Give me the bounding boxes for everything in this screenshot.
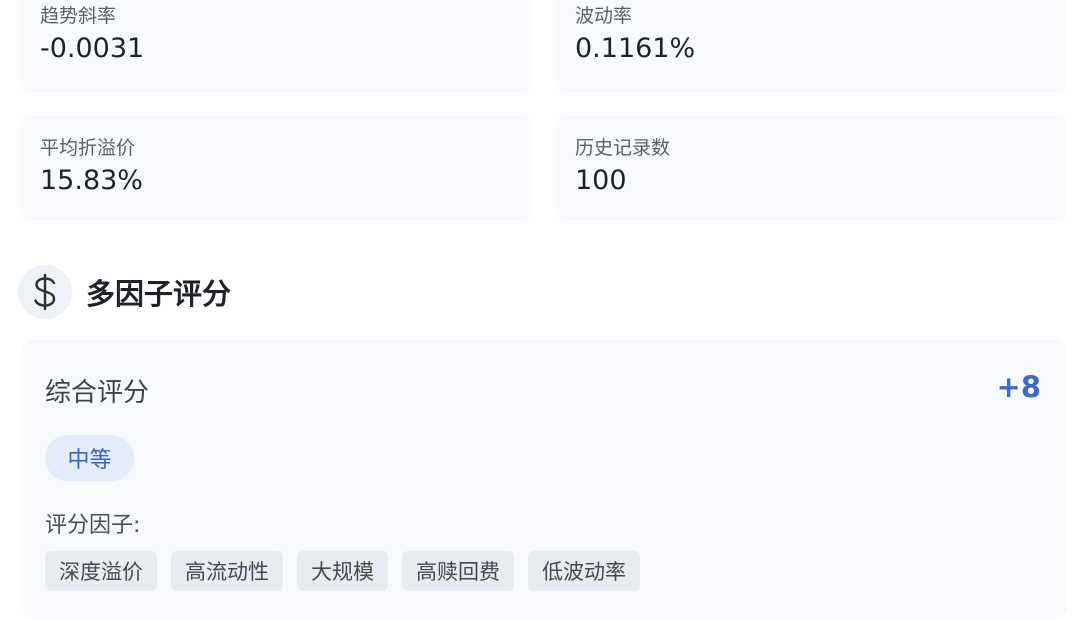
factor-tag: 高流动性 bbox=[171, 551, 283, 591]
stat-label: 历史记录数 bbox=[575, 137, 671, 159]
stat-card-avg-premium: 平均折溢价 15.83% bbox=[20, 116, 532, 220]
level-badge: 中等 bbox=[45, 435, 134, 481]
stat-value: 0.1161% bbox=[575, 33, 696, 64]
factor-tag: 大规模 bbox=[297, 551, 388, 591]
section-title: 多因子评分 bbox=[86, 277, 232, 311]
page: 趋势斜率 -0.0031 波动率 0.1161% 平均折溢价 15.83% 历史… bbox=[0, 0, 1080, 620]
section-header: 多因子评分 bbox=[18, 264, 231, 320]
score-label: 综合评分 bbox=[45, 378, 150, 408]
factor-tag: 高赎回费 bbox=[402, 551, 514, 591]
stat-value: 100 bbox=[575, 165, 627, 196]
stat-value: 15.83% bbox=[40, 165, 143, 196]
stat-card-volatility: 波动率 0.1161% bbox=[555, 0, 1067, 92]
dollar-icon bbox=[18, 265, 72, 319]
score-value: +8 bbox=[996, 370, 1041, 404]
factor-tags: 深度溢价 高流动性 大规模 高赎回费 低波动率 bbox=[45, 551, 654, 591]
stat-label: 趋势斜率 bbox=[40, 5, 117, 27]
factors-label: 评分因子: bbox=[45, 513, 141, 538]
stat-label: 波动率 bbox=[575, 5, 633, 27]
stat-card-history-count: 历史记录数 100 bbox=[555, 116, 1067, 220]
factor-tag: 深度溢价 bbox=[45, 551, 157, 591]
composite-score-card: 综合评分 +8 中等 评分因子: 深度溢价 高流动性 大规模 高赎回费 低波动率 bbox=[22, 340, 1067, 618]
factor-tag: 低波动率 bbox=[528, 551, 640, 591]
stat-value: -0.0031 bbox=[40, 33, 145, 64]
stat-card-trend-slope: 趋势斜率 -0.0031 bbox=[20, 0, 532, 92]
stat-label: 平均折溢价 bbox=[40, 137, 136, 159]
